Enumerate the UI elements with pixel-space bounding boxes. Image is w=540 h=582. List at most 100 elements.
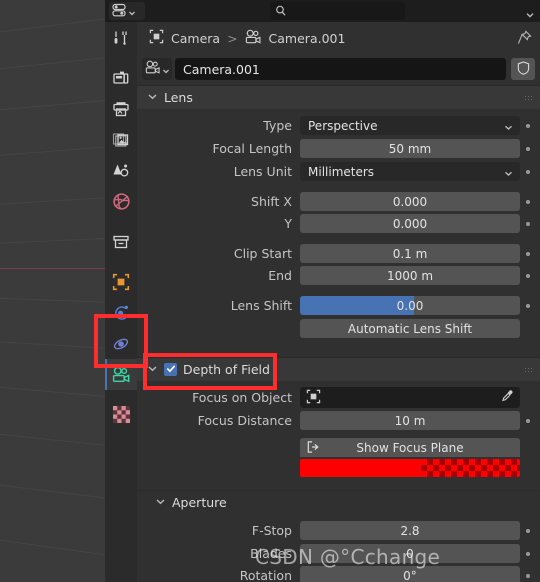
animate-decorator[interactable] — [520, 251, 536, 256]
breadcrumb-data-name[interactable]: Camera.001 — [269, 31, 346, 46]
browse-camera-data-button[interactable] — [142, 58, 172, 80]
sidebar-item-collection[interactable] — [105, 226, 137, 257]
grid-line — [0, 479, 105, 506]
editor-type-button[interactable] — [109, 2, 145, 20]
type-dropdown[interactable]: Perspective — [300, 116, 520, 135]
3d-viewport[interactable] — [0, 0, 105, 582]
aperture-panel-header[interactable]: Aperture — [137, 490, 540, 514]
fake-user-button[interactable] — [511, 58, 535, 80]
sidebar-item-physics[interactable] — [105, 297, 137, 328]
label-type: Type — [263, 118, 292, 133]
animate-decorator[interactable] — [520, 573, 536, 578]
row-lens-shift: Lens Shift 0.00 — [137, 295, 540, 316]
clip-end-value: 1000 m — [386, 268, 434, 283]
sidebar-item-texture[interactable] — [105, 399, 137, 430]
label-f-stop: F-Stop — [251, 523, 292, 538]
label-focus-on-object: Focus on Object — [192, 390, 292, 405]
chevron-down-icon — [504, 167, 513, 181]
aperture-panel-title: Aperture — [172, 495, 227, 510]
animate-decorator[interactable] — [520, 303, 536, 308]
label-shift-y: Y — [284, 216, 292, 231]
grid-line — [0, 95, 105, 114]
breadcrumb-object-name[interactable]: Camera — [171, 31, 220, 46]
label-shift-x: Shift X — [251, 194, 292, 209]
sidebar-item-tool[interactable] — [105, 22, 137, 53]
automatic-lens-shift-button[interactable]: Automatic Lens Shift — [300, 319, 520, 338]
row-spacer — [137, 183, 540, 191]
grid-line — [0, 296, 105, 305]
clip-end-input[interactable]: 1000 m — [300, 266, 520, 285]
animate-decorator[interactable] — [520, 551, 536, 556]
label-focus-distance: Focus Distance — [197, 413, 292, 428]
pin-icon[interactable] — [517, 30, 532, 48]
grid-line — [0, 11, 105, 38]
eyedropper-icon[interactable] — [500, 389, 514, 406]
sidebar-item-scene[interactable] — [105, 155, 137, 186]
animate-decorator[interactable] — [520, 418, 536, 423]
animate-decorator[interactable] — [520, 221, 536, 226]
camera-data-name-input[interactable]: Camera.001 — [175, 58, 506, 80]
sidebar-item-object-constraints[interactable] — [105, 328, 137, 359]
chevron-down-icon — [128, 2, 136, 21]
chevron-down-icon — [162, 60, 170, 79]
label-clip-end: End — [268, 268, 292, 283]
animate-decorator[interactable] — [520, 169, 536, 174]
shift-x-input[interactable]: 0.000 — [300, 192, 520, 211]
clip-start-input[interactable]: 0.1 m — [300, 244, 520, 263]
row-shift-x: Shift X 0.000 — [137, 191, 540, 212]
focus-plane-color-swatch[interactable] — [300, 459, 520, 477]
sidebar-item-object-data-camera[interactable] — [105, 359, 137, 390]
search-input[interactable] — [270, 2, 405, 20]
sidebar-item-output[interactable] — [105, 93, 137, 124]
focus-on-object-field[interactable] — [300, 387, 520, 408]
label-lens-unit: Lens Unit — [233, 164, 292, 179]
f-stop-input[interactable]: 2.8 — [300, 521, 520, 540]
row-spacer — [137, 287, 540, 295]
tab-gap — [105, 390, 137, 399]
focal-length-input[interactable]: 50 mm — [300, 139, 520, 158]
animate-decorator[interactable] — [520, 123, 536, 128]
grid-line — [0, 235, 105, 246]
animate-decorator[interactable] — [520, 528, 536, 533]
breadcrumb: Camera > Camera.001 — [137, 22, 540, 54]
row-clip-start: Clip Start 0.1 m — [137, 243, 540, 264]
properties-editor: Camera > Camera.001 Camera.001 Lens Type… — [105, 0, 540, 582]
row-automatic-lens-shift: Automatic Lens Shift — [137, 318, 540, 339]
type-value: Perspective — [308, 118, 378, 133]
sidebar-item-view-layer[interactable] — [105, 124, 137, 155]
label-focal-length: Focal Length — [212, 141, 293, 156]
sidebar-item-world[interactable] — [105, 186, 137, 217]
row-f-stop: F-Stop 2.8 — [137, 520, 540, 541]
animate-decorator[interactable] — [520, 273, 536, 278]
automatic-lens-shift-label: Automatic Lens Shift — [347, 321, 473, 336]
properties-panel-area: Camera.001 Lens Type Perspective Focal L… — [137, 54, 540, 582]
depth-of-field-panel-header[interactable]: Depth of Field — [137, 357, 540, 381]
row-lens-unit: Lens Unit Millimeters — [137, 161, 540, 182]
watermark-text: CSDN @°Cchange — [255, 545, 441, 569]
row-type: Type Perspective — [137, 115, 540, 136]
grid-line — [0, 429, 105, 452]
animate-decorator[interactable] — [520, 146, 536, 151]
depth-of-field-panel: Depth of Field Focus on Object Focus Dis… — [137, 357, 540, 484]
row-shift-y: Y 0.000 — [137, 213, 540, 234]
grid-line — [0, 193, 105, 208]
lens-panel-header[interactable]: Lens — [137, 85, 540, 109]
x-axis-line — [0, 268, 105, 269]
sidebar-item-object[interactable] — [105, 266, 137, 297]
show-focus-plane-button[interactable]: Show Focus Plane — [300, 438, 520, 457]
properties-editor-icon — [112, 2, 127, 21]
lens-panel-title: Lens — [164, 90, 193, 105]
chevron-down-icon — [504, 121, 513, 135]
row-focus-distance: Focus Distance 10 m — [137, 410, 540, 431]
depth-of-field-checkbox[interactable] — [164, 363, 177, 376]
swatch-solid-part — [300, 459, 421, 477]
sidebar-item-render[interactable] — [105, 62, 137, 93]
row-focal-length: Focal Length 50 mm — [137, 138, 540, 159]
blender-window: Camera > Camera.001 Camera.001 Lens Type… — [0, 0, 540, 582]
lens-shift-slider[interactable]: 0.00 — [300, 296, 520, 315]
properties-tab-column — [105, 22, 137, 582]
focus-distance-input[interactable]: 10 m — [300, 411, 520, 430]
animate-decorator[interactable] — [520, 199, 536, 204]
shift-y-input[interactable]: 0.000 — [300, 214, 520, 233]
lens-unit-dropdown[interactable]: Millimeters — [300, 162, 520, 181]
